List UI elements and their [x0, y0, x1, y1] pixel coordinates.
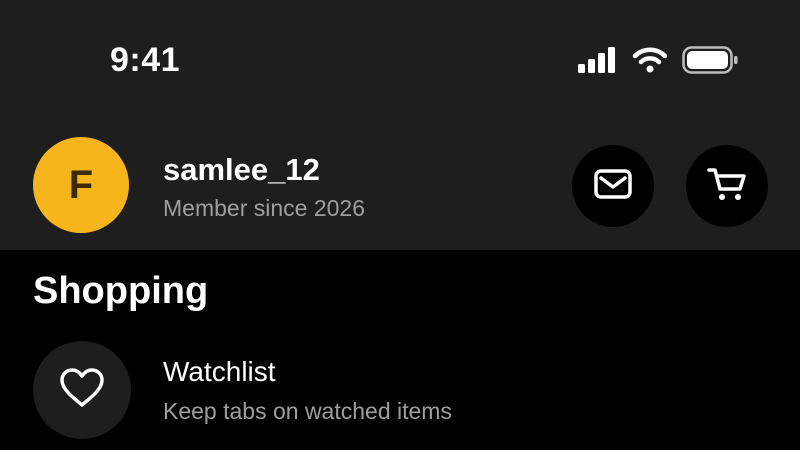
status-icons [578, 44, 738, 76]
avatar[interactable]: F [33, 137, 129, 233]
profile-header-panel: 9:41 F samlee_12 Member since 2026 [0, 0, 800, 250]
username: samlee_12 [163, 152, 320, 187]
list-item-watchlist[interactable]: Watchlist Keep tabs on watched items [0, 335, 800, 445]
avatar-initial: F [68, 162, 94, 207]
cart-icon [707, 166, 747, 207]
watchlist-icon-circle [33, 341, 131, 439]
battery-icon [682, 46, 738, 74]
status-time: 9:41 [110, 41, 181, 79]
section-title-shopping: Shopping [33, 270, 209, 312]
cellular-signal-icon [578, 47, 618, 73]
member-since-text: Member since 2026 [163, 195, 365, 221]
watchlist-label: Watchlist [163, 356, 276, 387]
wifi-icon [632, 47, 668, 73]
watchlist-description: Keep tabs on watched items [163, 398, 452, 424]
account-screen: 9:41 F samlee_12 Member since 2026 Shopp… [0, 0, 800, 450]
cart-button[interactable] [686, 145, 768, 227]
mail-icon [593, 168, 633, 205]
heart-icon [58, 367, 106, 414]
messages-button[interactable] [572, 145, 654, 227]
